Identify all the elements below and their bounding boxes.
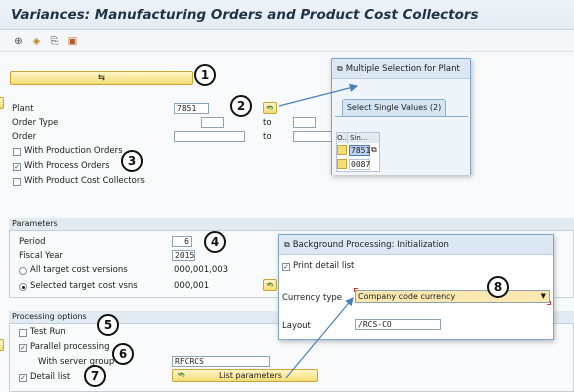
arrow-to-bg-dialog	[285, 297, 354, 379]
arrow-to-plant-dialog	[278, 83, 359, 107]
callout-7: 7	[84, 365, 106, 387]
callout-3: 3	[121, 150, 143, 172]
callout-8: 8	[487, 276, 509, 298]
callout-2: 2	[230, 95, 252, 117]
annotation-arrows	[278, 83, 359, 379]
callout-5: 5	[97, 314, 119, 336]
callout-1: 1	[194, 64, 216, 86]
callout-4: 4	[204, 231, 226, 253]
callout-6: 6	[112, 343, 134, 365]
